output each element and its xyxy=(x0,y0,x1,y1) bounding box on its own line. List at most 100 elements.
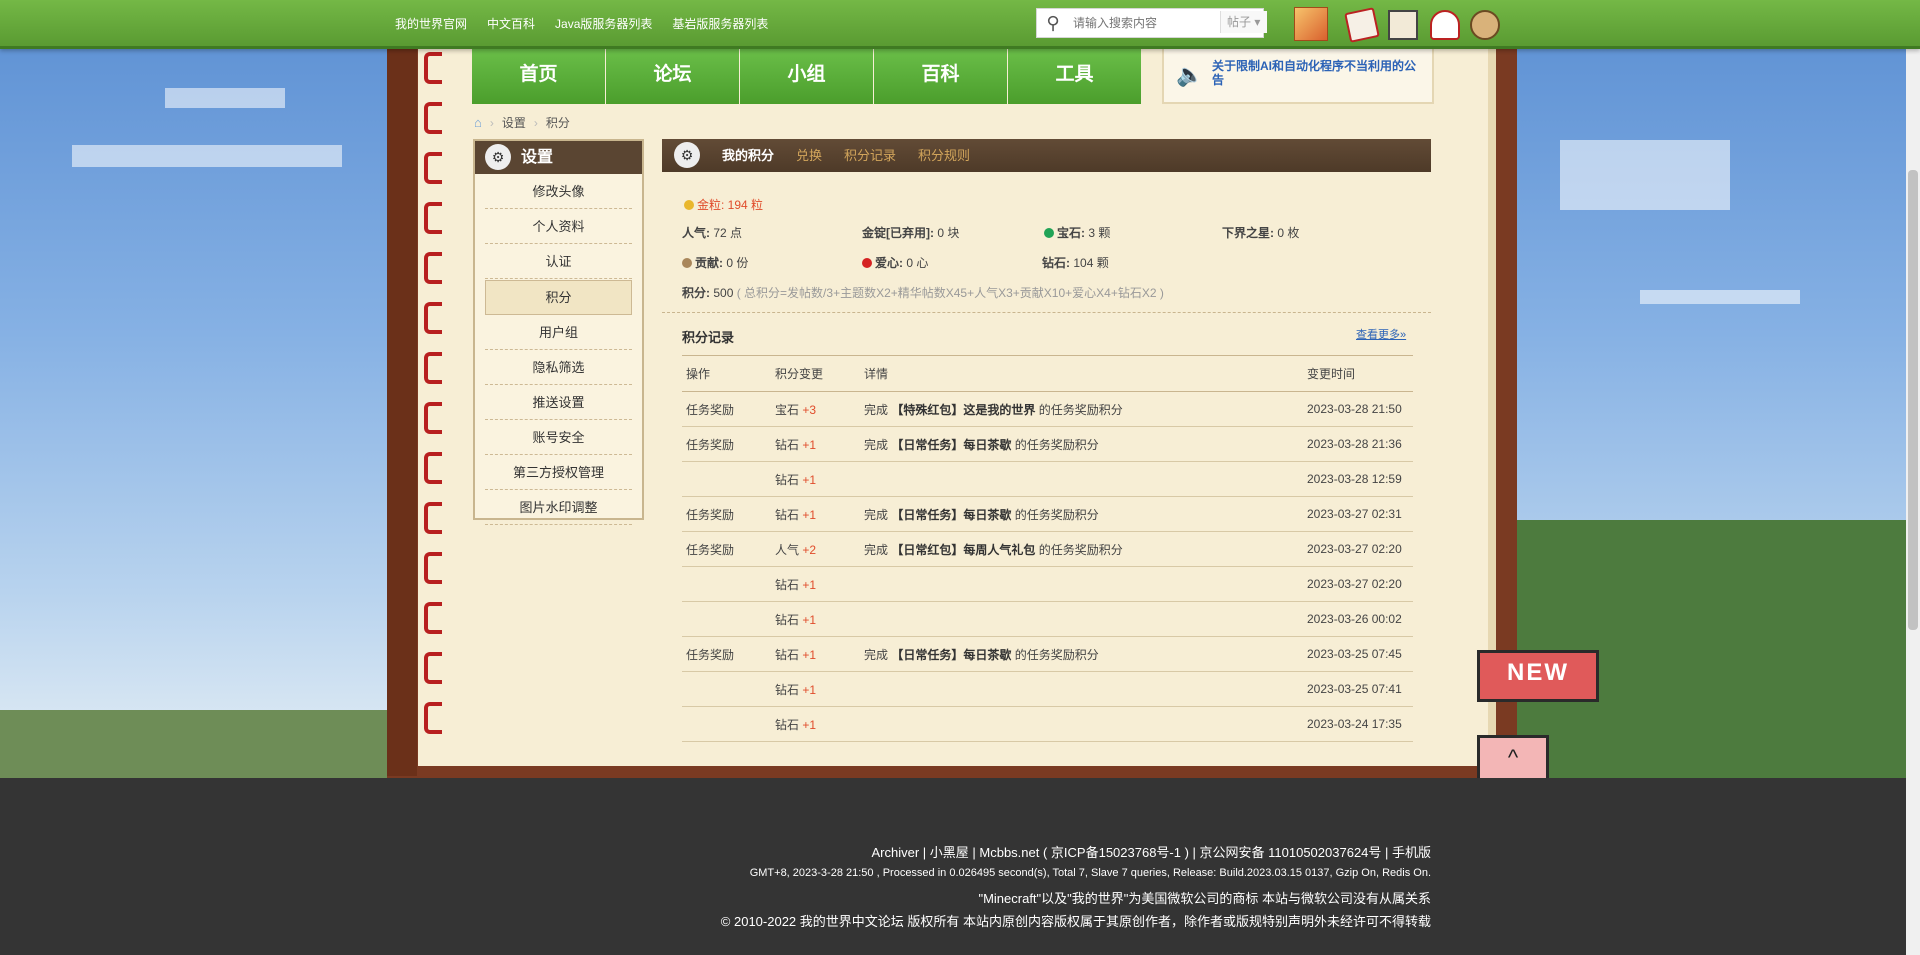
records-table: 操作 积分变更 详情 变更时间 任务奖励 宝石 +3 完成 【特殊红包】这是我的世界… xyxy=(682,355,1413,742)
cookie-icon[interactable] xyxy=(1470,10,1500,40)
home-icon[interactable]: ⌂ xyxy=(474,115,482,130)
user-avatar[interactable] xyxy=(1294,7,1328,41)
change-delta: +1 xyxy=(802,507,817,522)
main-nav: 首页 论坛 小组 百科 工具 xyxy=(472,46,1142,104)
sidebar-item-usergroup[interactable]: 用户组 xyxy=(485,316,632,350)
detail-prefix: 完成 xyxy=(864,542,889,557)
top-link-official[interactable]: 我的世界官网 xyxy=(395,15,467,32)
new-flag[interactable]: NEW xyxy=(1477,650,1599,702)
col-detail: 详情 xyxy=(860,355,1303,392)
table-row: 任务奖励 钻石 +1 完成 【日常任务】每日茶歇 的任务奖励积分 2023-03-28… xyxy=(682,426,1413,462)
diamond-label: 钻石: xyxy=(1042,256,1070,270)
tab-my-points[interactable]: 我的积分 xyxy=(722,139,774,172)
search-type-select[interactable]: 帖子 ▾ xyxy=(1220,11,1267,33)
potion-icon[interactable] xyxy=(1430,10,1460,40)
detail-prefix: 完成 xyxy=(864,437,889,452)
apple-icon xyxy=(862,258,872,268)
nether-star-label: 下界之星: xyxy=(1222,226,1274,240)
change-delta: +1 xyxy=(802,437,817,452)
row-time: 2023-03-28 21:50 xyxy=(1303,391,1413,427)
breadcrumb-settings[interactable]: 设置 xyxy=(502,114,526,131)
points-formula: ( 总积分=发帖数/3+主题数X2+精华帖数X45+人气X3+贡献X10+爱心X… xyxy=(736,286,1164,300)
scrollbar[interactable] xyxy=(1906,0,1920,955)
tab-rules[interactable]: 积分规则 xyxy=(918,139,970,172)
row-operation: 任务奖励 xyxy=(682,426,771,462)
top-link-wiki[interactable]: 中文百科 xyxy=(487,15,535,32)
task-name[interactable]: 【特殊红包】这是我的世界 xyxy=(891,403,1035,417)
sidebar-item-verify[interactable]: 认证 xyxy=(485,245,632,279)
top-link-bedrock-servers[interactable]: 基岩版服务器列表 xyxy=(672,15,768,32)
search-icon[interactable]: ⚲ xyxy=(1041,11,1065,35)
nav-forum[interactable]: 论坛 xyxy=(606,46,739,104)
row-time: 2023-03-27 02:31 xyxy=(1303,496,1413,532)
task-name[interactable]: 【日常红包】每周人气礼包 xyxy=(891,543,1035,557)
row-change: 钻石 +1 xyxy=(771,496,860,532)
row-change: 钻石 +1 xyxy=(771,426,860,462)
landscape xyxy=(0,710,390,780)
gem-stat: 宝石: 3 颗 xyxy=(1044,224,1110,241)
nether-star-stat: 下界之星: 0 枚 xyxy=(1222,224,1299,241)
top-link-java-servers[interactable]: Java版服务器列表 xyxy=(555,15,652,32)
ingot-stat: 金锭[已弃用]: 0 块 xyxy=(862,224,959,241)
row-time: 2023-03-28 12:59 xyxy=(1303,461,1413,497)
popularity-stat: 人气: 72 点 xyxy=(682,224,742,241)
table-header-row: 操作 积分变更 详情 变更时间 xyxy=(682,355,1413,392)
change-type: 钻石 xyxy=(775,507,800,522)
detail-prefix: 完成 xyxy=(864,402,889,417)
sidebar-item-security[interactable]: 账号安全 xyxy=(485,421,632,455)
change-delta: +1 xyxy=(802,612,817,627)
notice-link[interactable]: 关于限制AI和自动化程序不当利用的公告 xyxy=(1212,59,1424,87)
gold-value: 金粒: 194 粒 xyxy=(697,198,764,212)
change-type: 钻石 xyxy=(775,717,800,732)
sidebar-item-privacy[interactable]: 隐私筛选 xyxy=(485,351,632,385)
nav-tools[interactable]: 工具 xyxy=(1008,46,1141,104)
tab-records[interactable]: 积分记录 xyxy=(844,139,896,172)
breadcrumb: ⌂ › 设置 › 积分 xyxy=(474,114,570,131)
message-icon[interactable] xyxy=(1344,7,1380,43)
table-row: 任务奖励 钻石 +1 完成 【日常任务】每日茶歇 的任务奖励积分 2023-03-25… xyxy=(682,636,1413,672)
nav-wiki[interactable]: 百科 xyxy=(874,46,1007,104)
row-time: 2023-03-27 02:20 xyxy=(1303,531,1413,567)
view-more-link[interactable]: 查看更多» xyxy=(1356,326,1406,342)
task-name[interactable]: 【日常任务】每日茶歇 xyxy=(891,648,1011,662)
search-box: ⚲ 帖子 ▾ xyxy=(1036,8,1267,38)
row-detail xyxy=(860,706,1303,742)
footer-links[interactable]: Archiver | 小黑屋 | Mcbbs.net ( 京ICP备150237… xyxy=(872,842,1431,861)
nav-home[interactable]: 首页 xyxy=(472,46,605,104)
row-time: 2023-03-27 02:20 xyxy=(1303,566,1413,602)
row-change: 人气 +2 xyxy=(771,531,860,567)
sidebar-item-avatar[interactable]: 修改头像 xyxy=(485,175,632,209)
change-type: 钻石 xyxy=(775,647,800,662)
breadcrumb-separator: › xyxy=(489,115,494,130)
task-name[interactable]: 【日常任务】每日茶歇 xyxy=(891,438,1011,452)
sidebar-item-watermark[interactable]: 图片水印调整 xyxy=(485,491,632,525)
content-header: ⚙ 我的积分 兑换 积分记录 积分规则 xyxy=(662,139,1431,172)
box-icon[interactable] xyxy=(1388,10,1418,40)
sidebar-item-push[interactable]: 推送设置 xyxy=(485,386,632,420)
sidebar-item-oauth[interactable]: 第三方授权管理 xyxy=(485,456,632,490)
change-delta: +1 xyxy=(802,472,817,487)
change-type: 钻石 xyxy=(775,612,800,627)
total-points: 积分: 500 ( 总积分=发帖数/3+主题数X2+精华帖数X45+人气X3+贡… xyxy=(682,284,1164,301)
detail-suffix: 的任务奖励积分 xyxy=(1014,507,1099,522)
nav-groups[interactable]: 小组 xyxy=(740,46,873,104)
table-row: 钻石 +1 2023-03-28 12:59 xyxy=(682,461,1413,497)
detail-suffix: 的任务奖励积分 xyxy=(1014,647,1099,662)
scrollbar-thumb[interactable] xyxy=(1908,170,1918,630)
row-operation: 任务奖励 xyxy=(682,531,771,567)
change-delta: +2 xyxy=(802,542,817,557)
row-change: 钻石 +1 xyxy=(771,461,860,497)
diamond-stat: 钻石: 104 颗 xyxy=(1042,254,1109,271)
row-time: 2023-03-26 00:02 xyxy=(1303,601,1413,637)
sidebar-item-profile[interactable]: 个人资料 xyxy=(485,210,632,244)
task-name[interactable]: 【日常任务】每日茶歇 xyxy=(891,508,1011,522)
detail-suffix: 的任务奖励积分 xyxy=(1038,542,1123,557)
detail-suffix: 的任务奖励积分 xyxy=(1038,402,1123,417)
row-detail xyxy=(860,461,1303,497)
tab-exchange[interactable]: 兑换 xyxy=(796,139,822,172)
detail-prefix: 完成 xyxy=(864,647,889,662)
top-bar: 我的世界官网 中文百科 Java版服务器列表 基岩版服务器列表 ⚲ 帖子 ▾ xyxy=(0,0,1920,49)
sidebar-item-points[interactable]: 积分 xyxy=(485,280,632,315)
breadcrumb-separator: › xyxy=(533,115,538,130)
row-time: 2023-03-24 17:35 xyxy=(1303,706,1413,742)
